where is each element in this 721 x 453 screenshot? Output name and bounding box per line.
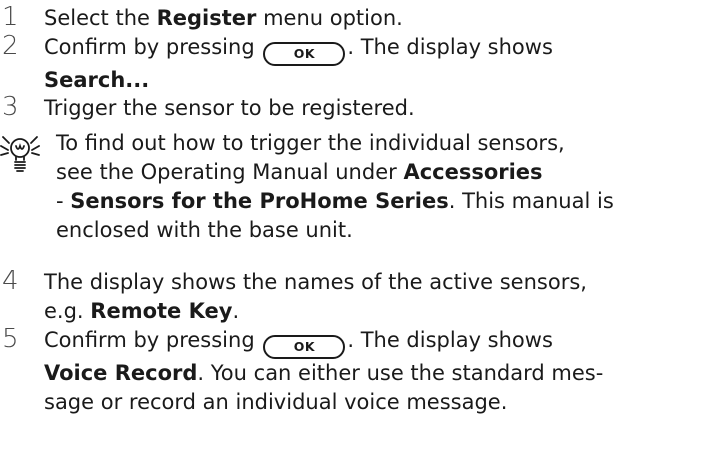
sensor-name-remote-key: Remote Key — [90, 299, 233, 323]
step-text: Confirm by pressing OK. The display show… — [44, 328, 604, 414]
step-number: 5 — [2, 324, 19, 354]
tip-note: To find out how to trigger the individua… — [56, 131, 614, 242]
step-number: 1 — [2, 2, 19, 32]
step-number: 4 — [2, 266, 19, 296]
step-text: The display shows the names of the activ… — [44, 270, 587, 323]
display-text-voice-record: Voice Record — [44, 361, 198, 385]
lightbulb-tip-icon — [0, 133, 40, 185]
ok-button-symbol: OK — [263, 42, 346, 66]
manual-section-accessories: Accessories — [403, 160, 543, 184]
step-text: Confirm by pressing OK. The display show… — [44, 35, 553, 92]
manual-section-sensors: Sensors for the ProHome Series — [70, 189, 449, 213]
step-number: 3 — [2, 92, 19, 122]
step-number: 2 — [2, 31, 19, 61]
step-text: Select the Register menu option. — [44, 6, 403, 30]
step-text: Trigger the sensor to be registered. — [44, 96, 415, 120]
manual-page: 1 Select the Register menu option. 2 Con… — [0, 0, 721, 453]
menu-option-register: Register — [156, 6, 257, 30]
ok-button-symbol: OK — [263, 335, 346, 359]
display-text-search: Search... — [44, 68, 150, 92]
